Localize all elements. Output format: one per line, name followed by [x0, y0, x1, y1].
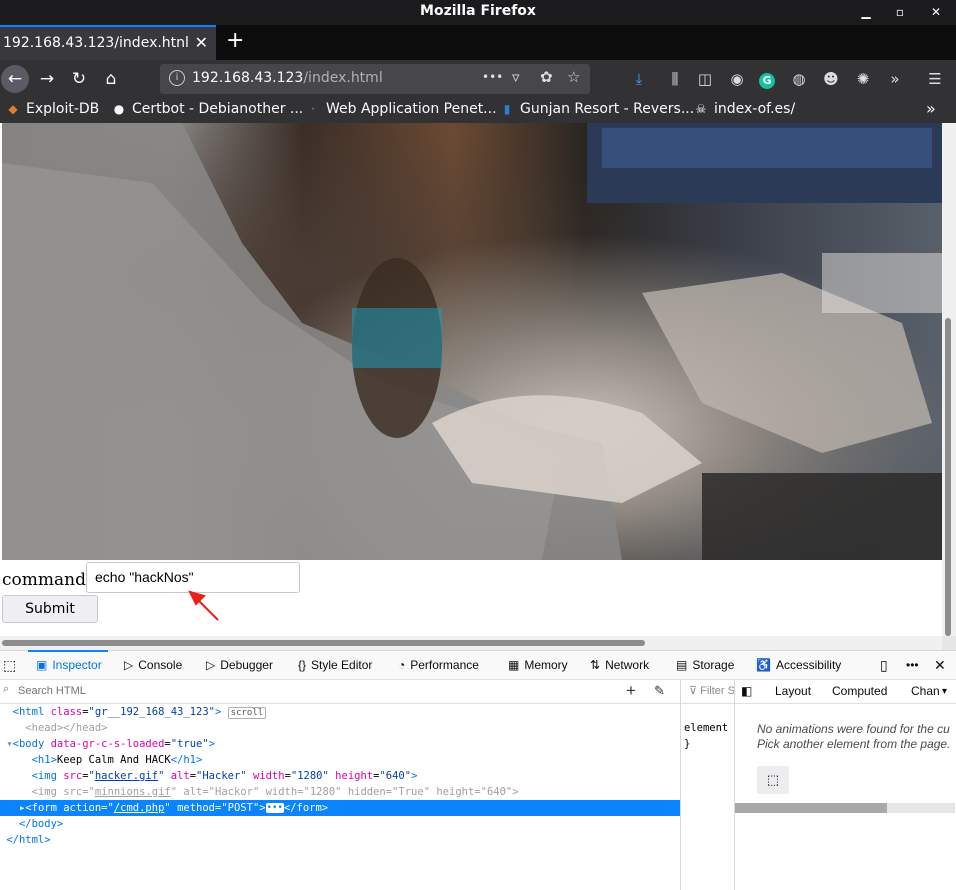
- tab-label: Accessibility: [775, 658, 842, 672]
- markup-line-h1[interactable]: <h1>Keep Calm And HACK</h1>: [0, 752, 680, 768]
- tab-performance[interactable]: ◔ Performance: [398, 651, 479, 679]
- attr-value: gr__192_168_43_123: [94, 706, 209, 718]
- tab-computed[interactable]: Computed: [832, 684, 887, 698]
- chevron-down-icon[interactable]: ▾: [942, 686, 947, 697]
- tab-label: Debugger: [220, 658, 273, 672]
- attr-value: 1280: [297, 770, 323, 782]
- search-html-input[interactable]: Search HTML: [18, 685, 86, 697]
- close-html-tag: </html>: [6, 834, 51, 846]
- attr-value: 1280: [309, 786, 336, 798]
- markup-line-img-minnions[interactable]: <img src="minnions.gif" alt="Hackor" wid…: [0, 784, 680, 800]
- markup-line-close-html[interactable]: </html>: [0, 832, 680, 848]
- tab-label: Memory: [524, 658, 568, 672]
- markup-line-html[interactable]: <html class="gr__192_168_43_123"> scroll: [0, 704, 680, 720]
- img-src-link[interactable]: hacker.gif: [95, 770, 158, 782]
- element-rule-selector[interactable]: element: [684, 722, 728, 734]
- tab-label: Storage: [692, 658, 735, 672]
- toggle-pane-icon[interactable]: ◧: [741, 684, 752, 698]
- element-rule-close: }: [684, 738, 691, 750]
- annotation-arrow-input: [188, 590, 219, 621]
- storage-icon: ▤: [676, 658, 688, 672]
- markup-line-close-body[interactable]: </body>: [0, 816, 680, 832]
- devtools-toolbar: ⬚ ▣ Inspector ▷ Console ▷ Debugger {} Style …: [0, 650, 956, 680]
- tab-accessibility[interactable]: ♿ Accessibility: [756, 651, 841, 679]
- element-picker-icon: ⬚: [766, 772, 780, 787]
- tab-label: Inspector: [52, 658, 102, 672]
- attr-value: True: [398, 786, 424, 798]
- tag-name: html: [18, 706, 45, 718]
- search-html-bar: ⌕ Search HTML + ✎: [0, 680, 680, 704]
- animations-message: No animations were found for the cu Pick…: [757, 722, 950, 752]
- attr-value: true: [177, 738, 203, 750]
- attr-value: Hackor: [215, 786, 253, 798]
- scroll-badge[interactable]: scroll: [227, 707, 267, 719]
- tab-storage[interactable]: ▤ Storage: [676, 651, 734, 679]
- markup-line-head[interactable]: <head></head>: [0, 720, 680, 736]
- devtools-menu-icon[interactable]: •••: [906, 651, 919, 679]
- animations-message-line: No animations were found for the cu: [757, 722, 950, 736]
- style-editor-icon: {}: [298, 658, 307, 672]
- tab-label: Performance: [410, 658, 479, 672]
- head-node: <head></head>: [25, 722, 108, 734]
- memory-icon: ▦: [508, 658, 520, 672]
- markup-line-body[interactable]: ▾<body data-gr-c-s-loaded="true">: [0, 736, 680, 752]
- search-icon: ⌕: [3, 683, 10, 695]
- attr-value: 640: [385, 770, 405, 782]
- tab-network[interactable]: ⇅ Network: [590, 651, 649, 679]
- scroll-thumb[interactable]: [735, 803, 887, 813]
- eyedropper-icon[interactable]: ✎: [654, 683, 665, 699]
- attr-value: Hacker: [202, 770, 241, 782]
- tab-changes[interactable]: Chan: [911, 684, 940, 698]
- add-node-icon[interactable]: +: [626, 681, 636, 701]
- attr-value: 640: [486, 786, 506, 798]
- markup-view: <html class="gr__192_168_43_123"> scroll…: [0, 704, 680, 890]
- markup-line-img-hacker[interactable]: <img src="hacker.gif" alt="Hacker" width…: [0, 768, 680, 784]
- h1-text: Keep Calm And HACK: [56, 754, 171, 766]
- filter-placeholder: Filter S: [700, 685, 735, 697]
- inspector-icon: ▣: [36, 658, 48, 672]
- filter-styles-input[interactable]: ⊽ Filter S: [681, 680, 735, 704]
- debugger-icon: ▷: [206, 658, 216, 672]
- img-src-link[interactable]: minnions.gif: [95, 786, 171, 798]
- side-panel-tabs: ◧ Layout Computed Chan ▾: [735, 680, 956, 704]
- attr-name: data-gr-c-s-loaded: [50, 738, 165, 750]
- performance-icon: ◔: [398, 658, 406, 672]
- accessibility-icon: ♿: [756, 658, 771, 672]
- filter-icon: ⊽: [689, 685, 701, 697]
- tab-debugger[interactable]: ▷ Debugger: [206, 651, 273, 679]
- markup-line-form-selected[interactable]: ▸<form action="/cmd.php" method="POST">•…: [0, 800, 680, 816]
- tab-label: Network: [605, 658, 650, 672]
- close-body-tag: </body>: [18, 818, 64, 830]
- tab-layout[interactable]: Layout: [775, 684, 811, 698]
- collapsed-children-icon[interactable]: •••: [265, 803, 284, 813]
- form-action-link[interactable]: /cmd.php: [114, 802, 165, 814]
- tab-label: Style Editor: [311, 658, 373, 672]
- tag-name: body: [18, 738, 45, 750]
- animations-message-line: Pick another element from the page.: [757, 737, 951, 751]
- element-picker-icon[interactable]: ⬚: [3, 651, 16, 679]
- pick-element-button[interactable]: ⬚: [757, 766, 789, 794]
- tab-label: Console: [138, 658, 183, 672]
- console-icon: ▷: [124, 658, 134, 672]
- responsive-design-icon[interactable]: ▯: [880, 651, 888, 679]
- attr-name: class: [50, 706, 83, 718]
- tab-style-editor[interactable]: {} Style Editor: [298, 651, 372, 679]
- side-panel-scrollbar[interactable]: [735, 803, 955, 813]
- attr-value: POST: [227, 802, 253, 814]
- devtools-close-icon[interactable]: ✕: [934, 651, 946, 679]
- network-icon: ⇅: [590, 658, 601, 672]
- tab-inspector[interactable]: ▣ Inspector: [28, 650, 108, 679]
- tab-memory[interactable]: ▦ Memory: [508, 651, 568, 679]
- rules-panel: ⊽ Filter S element }: [680, 680, 735, 890]
- side-panel: ◧ Layout Computed Chan ▾ No animations w…: [734, 680, 956, 890]
- tab-console[interactable]: ▷ Console: [124, 651, 182, 679]
